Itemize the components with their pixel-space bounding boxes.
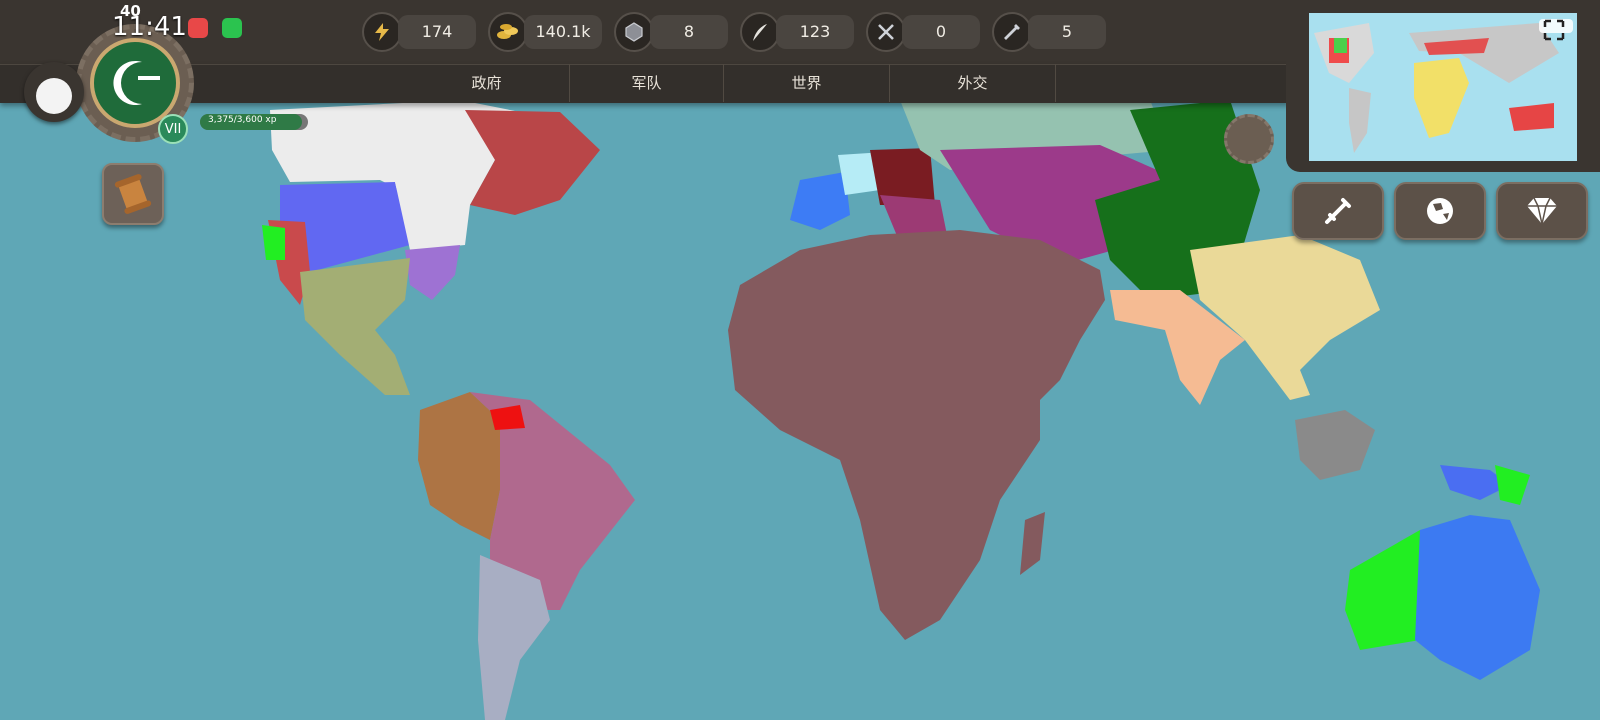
stone-value: 8 bbox=[650, 15, 728, 49]
globe-button[interactable] bbox=[1394, 182, 1486, 240]
sword-value: 5 bbox=[1028, 15, 1106, 49]
settings-gear-button[interactable] bbox=[1224, 114, 1274, 164]
status-time: 11:41 bbox=[112, 12, 187, 42]
diamond-icon bbox=[1527, 197, 1557, 225]
xp-text: 3,375/3,600 xp bbox=[208, 115, 277, 125]
crossed-swords-icon bbox=[866, 12, 906, 52]
lightning-icon bbox=[362, 12, 402, 52]
sword-button[interactable] bbox=[1292, 182, 1384, 240]
globe-icon bbox=[1427, 198, 1453, 224]
xp-bar: 3,375/3,600 xp bbox=[200, 114, 308, 130]
minimap[interactable] bbox=[1309, 13, 1577, 161]
feather-icon bbox=[740, 12, 780, 52]
fullscreen-icon[interactable] bbox=[1542, 18, 1566, 42]
tab-army[interactable]: 军队 bbox=[570, 64, 724, 102]
gold-value: 140.1k bbox=[524, 15, 602, 49]
stone-icon bbox=[614, 12, 654, 52]
wechat-icon bbox=[222, 18, 242, 38]
toggle-knob[interactable] bbox=[36, 78, 72, 114]
tab-diplomacy[interactable]: 外交 bbox=[890, 64, 1056, 102]
feather-value: 123 bbox=[776, 15, 854, 49]
tab-government[interactable]: 政府 bbox=[404, 64, 570, 102]
tab-world[interactable]: 世界 bbox=[724, 64, 890, 102]
era-badge: VII bbox=[158, 114, 188, 144]
scroll-button[interactable] bbox=[102, 163, 164, 225]
sword-icon bbox=[1325, 198, 1351, 224]
territory-central-darkred bbox=[870, 148, 935, 205]
gold-coins-icon bbox=[488, 12, 528, 52]
diamond-button[interactable] bbox=[1496, 182, 1588, 240]
sword-icon bbox=[992, 12, 1032, 52]
app-notification-icon bbox=[188, 18, 208, 38]
territory-pacific-green bbox=[262, 225, 285, 260]
battles-value: 0 bbox=[902, 15, 980, 49]
lightning-value: 174 bbox=[398, 15, 476, 49]
